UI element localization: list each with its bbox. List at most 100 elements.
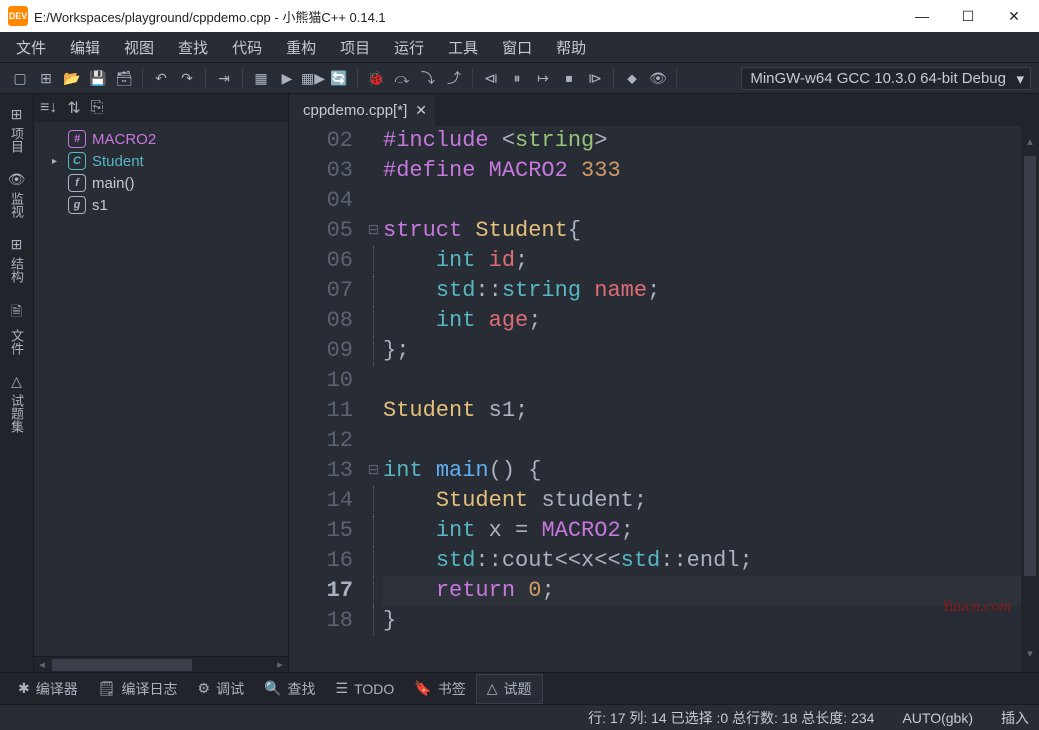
menu-代码[interactable]: 代码 [224, 35, 270, 60]
rail-文件[interactable]: 🗎文件 [2, 293, 32, 363]
code-line[interactable]: std::string name; [383, 276, 1021, 306]
code-line[interactable]: Student student; [383, 486, 1021, 516]
compile-icon[interactable]: ▦ [249, 66, 273, 90]
code-content[interactable]: #include <string>#define MACRO2 333 struc… [383, 126, 1021, 672]
code-line[interactable]: int id; [383, 246, 1021, 276]
code-line[interactable]: return 0; [383, 576, 1021, 606]
next-icon[interactable]: ⧐ [583, 66, 607, 90]
watermark: Yuucn.com [942, 592, 1011, 622]
compile-run-icon[interactable]: ▦▶ [301, 66, 325, 90]
sort-alpha-icon[interactable]: ≡↓ [40, 99, 57, 117]
new-project-icon[interactable]: ⊞ [34, 66, 58, 90]
outline-tree[interactable]: #MACRO2▸CStudentfmain()gs1 [34, 122, 288, 656]
breakpoint-icon[interactable]: ⬥ [620, 66, 644, 90]
fold-marker[interactable]: ⊟ [363, 216, 383, 246]
line-number: 07 [289, 276, 353, 306]
rail-项目[interactable]: ⊞项目 [2, 98, 32, 161]
line-number: 13 [289, 456, 353, 486]
code-line[interactable]: int x = MACRO2; [383, 516, 1021, 546]
menu-文件[interactable]: 文件 [8, 35, 54, 60]
save-all-icon[interactable]: 🗃 [112, 66, 136, 90]
line-number: 08 [289, 306, 353, 336]
encoding-label[interactable]: AUTO(gbk) [902, 710, 973, 726]
code-line[interactable]: #include <string> [383, 126, 1021, 156]
menu-视图[interactable]: 视图 [116, 35, 162, 60]
back-icon[interactable]: ⧏ [479, 66, 503, 90]
code-line[interactable]: #define MACRO2 333 [383, 156, 1021, 186]
scroll-up-icon[interactable]: ▴ [1021, 128, 1039, 158]
menu-查找[interactable]: 查找 [170, 35, 216, 60]
rail-试题集[interactable]: △试题集 [2, 365, 32, 441]
menu-编辑[interactable]: 编辑 [62, 35, 108, 60]
step-over-icon[interactable]: ⤼ [390, 66, 414, 90]
watch-icon[interactable]: 👁 [646, 66, 670, 90]
redo-icon[interactable]: ↷ [175, 66, 199, 90]
menu-窗口[interactable]: 窗口 [494, 35, 540, 60]
step-out-icon[interactable]: ⤴ [442, 66, 466, 90]
maximize-button[interactable]: ☐ [945, 0, 991, 32]
code-line[interactable]: struct Student{ [383, 216, 1021, 246]
menu-工具[interactable]: 工具 [440, 35, 486, 60]
bottom-tab-试题[interactable]: △试题 [476, 674, 543, 704]
code-line[interactable]: Student s1; [383, 396, 1021, 426]
menu-项目[interactable]: 项目 [332, 35, 378, 60]
editor-vscrollbar[interactable]: ▴ ▾ [1021, 126, 1039, 672]
code-line[interactable] [383, 186, 1021, 216]
debug-icon[interactable]: 🐞 [364, 66, 388, 90]
scroll-left-icon[interactable]: ◂ [34, 658, 50, 671]
bottom-tab-编译器[interactable]: ✱编译器 [8, 675, 88, 703]
scroll-down-icon[interactable]: ▾ [1021, 640, 1039, 670]
bottom-tab-编译日志[interactable]: 🗒编译日志 [88, 675, 188, 703]
new-file-icon[interactable]: ▢ [8, 66, 32, 90]
menu-帮助[interactable]: 帮助 [548, 35, 594, 60]
bottom-tab-调试[interactable]: ⚙调试 [188, 675, 255, 703]
tab-close-icon[interactable]: ✕ [415, 102, 427, 119]
separator [613, 68, 614, 88]
code-line[interactable]: int main() { [383, 456, 1021, 486]
run-icon[interactable]: ▶ [275, 66, 299, 90]
code-line[interactable] [383, 366, 1021, 396]
rail-结构[interactable]: ⊞结构 [2, 228, 32, 291]
outline-s1[interactable]: gs1 [36, 194, 286, 216]
minimize-button[interactable]: ― [899, 0, 945, 32]
menu-bar: 文件编辑视图查找代码重构项目运行工具窗口帮助 [0, 32, 1039, 62]
indent-icon[interactable]: ⇥ [212, 66, 236, 90]
step-into-icon[interactable]: ⤵ [416, 66, 440, 90]
bottom-tab-TODO[interactable]: ☰TODO [326, 676, 405, 701]
compiler-select[interactable]: MinGW-w64 GCC 10.3.0 64-bit Debug [741, 67, 1031, 90]
code-line[interactable]: } [383, 606, 1021, 636]
insert-mode[interactable]: 插入 [1001, 708, 1029, 728]
pause-icon[interactable]: ⏸ [505, 66, 529, 90]
code-line[interactable]: }; [383, 336, 1021, 366]
code-line[interactable]: std::cout<<x<<std::endl; [383, 546, 1021, 576]
editor-tab[interactable]: cppdemo.cpp[*] ✕ [289, 95, 435, 127]
code-line[interactable] [383, 426, 1021, 456]
rail-监视[interactable]: 👁监视 [2, 163, 32, 226]
undo-icon[interactable]: ↶ [149, 66, 173, 90]
window-title: E:/Workspaces/playground/cppdemo.cpp - 小… [34, 7, 899, 26]
panel-hscrollbar[interactable]: ◂ ▸ [34, 656, 288, 672]
outline-MACRO2[interactable]: #MACRO2 [36, 128, 286, 150]
open-icon[interactable]: 📂 [60, 66, 84, 90]
bottom-tab-书签[interactable]: 🔖书签 [404, 675, 475, 703]
fold-column[interactable]: ⊟⊟ [363, 126, 383, 672]
bottom-tab-查找[interactable]: 🔍查找 [254, 675, 325, 703]
rebuild-icon[interactable]: 🔄 [327, 66, 351, 90]
scroll-right-icon[interactable]: ▸ [272, 658, 288, 671]
stop-icon[interactable]: ⏹ [557, 66, 581, 90]
menu-运行[interactable]: 运行 [386, 35, 432, 60]
menu-重构[interactable]: 重构 [278, 35, 324, 60]
scroll-thumb[interactable] [52, 659, 192, 671]
main-area: ⊞项目👁监视⊞结构🗎文件△试题集 ≡↓ ⇅ ⎘ #MACRO2▸CStudent… [0, 94, 1039, 672]
code-editor[interactable]: 0203040506070809101112131415161718 ⊟⊟ #i… [289, 126, 1039, 672]
sort-type-icon[interactable]: ⇅ [67, 98, 80, 118]
fold-marker[interactable]: ⊟ [363, 456, 383, 486]
scroll-thumb[interactable] [1024, 156, 1036, 576]
continue-icon[interactable]: ↦ [531, 66, 555, 90]
outline-main()[interactable]: fmain() [36, 172, 286, 194]
code-line[interactable]: int age; [383, 306, 1021, 336]
close-button[interactable]: ✕ [991, 0, 1037, 32]
outline-Student[interactable]: ▸CStudent [36, 150, 286, 172]
save-icon[interactable]: 💾 [86, 66, 110, 90]
filter-icon[interactable]: ⎘ [91, 99, 104, 117]
